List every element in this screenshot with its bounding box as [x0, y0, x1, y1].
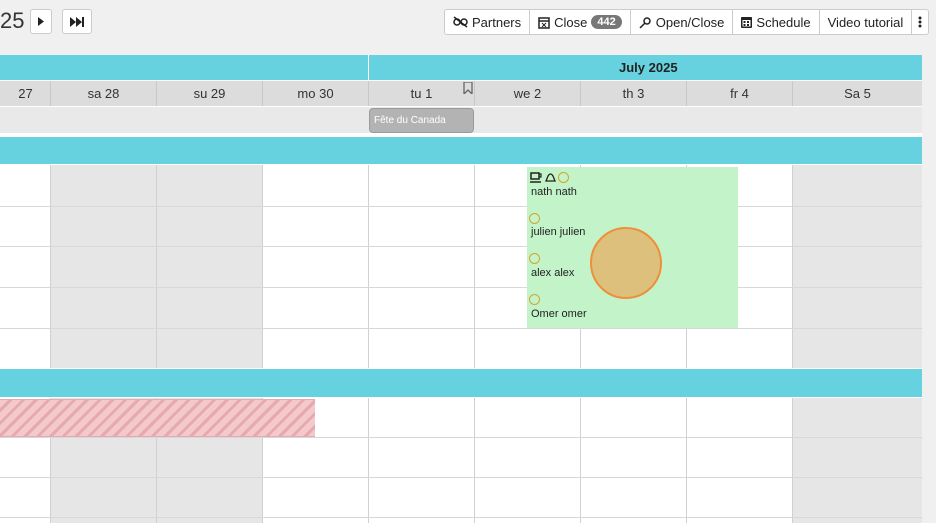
row-divider: [0, 246, 922, 247]
day-column: [368, 165, 474, 368]
circle-icon: [529, 253, 540, 264]
day-label: 27: [18, 86, 33, 101]
more-button[interactable]: [912, 10, 928, 34]
day-label: we 2: [513, 86, 542, 101]
weekend-column: [792, 398, 922, 523]
person-name[interactable]: nath nath: [531, 186, 577, 198]
section-band: [0, 369, 922, 397]
calendar-grid: July 2025 27 sa 28 su 29 mo 30 tu 1 we 2…: [0, 55, 922, 523]
row-divider: [0, 287, 922, 288]
day-column: [686, 398, 792, 523]
person-name[interactable]: julien julien: [531, 226, 585, 238]
row-divider: [0, 206, 922, 207]
cursor-indicator: [590, 227, 662, 299]
day-header: mo 30: [262, 81, 368, 106]
video-tutorial-button[interactable]: Video tutorial: [820, 10, 913, 34]
row-divider: [0, 477, 922, 478]
day-column: [580, 398, 686, 523]
bell-icon: [545, 172, 556, 183]
close-button[interactable]: Close 442: [530, 10, 631, 34]
day-column: [262, 165, 368, 368]
row-divider: [0, 328, 922, 329]
weekend-column: [50, 165, 156, 368]
schedule-label: Schedule: [756, 14, 811, 30]
prev-month-header: [0, 55, 368, 80]
fast-forward-button[interactable]: [62, 9, 92, 34]
circle-icon: [529, 294, 540, 305]
toolbar-button-group: Partners Close 442 Open/Close Schedule V…: [444, 9, 930, 35]
section-band: [0, 137, 922, 164]
day-header: tu 1: [368, 81, 474, 106]
schedule-button[interactable]: Schedule: [733, 10, 820, 34]
day-label: sa 28: [87, 86, 120, 101]
fast-forward-icon: [70, 16, 84, 27]
play-icon: [37, 17, 45, 26]
bookmark-icon[interactable]: [463, 82, 473, 94]
day-label: su 29: [193, 86, 226, 101]
open-close-label: Open/Close: [655, 14, 725, 30]
video-tutorial-label: Video tutorial: [827, 14, 904, 30]
open-close-button[interactable]: Open/Close: [631, 10, 734, 34]
day-header: su 29: [156, 81, 262, 106]
day-header: 27: [0, 81, 50, 106]
row-divider: [0, 517, 922, 518]
link-off-icon: [453, 16, 468, 28]
unavailable-block[interactable]: [0, 399, 315, 437]
year-label: 25: [0, 8, 25, 33]
day-header: fr 4: [686, 81, 792, 106]
circle-icon: [529, 213, 540, 224]
circle-icon: [558, 172, 569, 183]
day-label: fr 4: [730, 86, 749, 101]
cup-icon: [530, 172, 543, 183]
partners-label: Partners: [472, 14, 522, 30]
holiday-event[interactable]: Fête du Canada: [369, 108, 474, 133]
day-column: [368, 398, 474, 523]
day-header: th 3: [580, 81, 686, 106]
person-name[interactable]: alex alex: [531, 267, 574, 279]
day-label: th 3: [622, 86, 645, 101]
next-button[interactable]: [30, 9, 52, 34]
day-header: sa 28: [50, 81, 156, 106]
day-label: tu 1: [410, 86, 433, 101]
day-label: mo 30: [297, 86, 334, 101]
pin-icon: [639, 16, 652, 29]
more-vertical-icon: [918, 16, 922, 28]
close-count-badge: 442: [591, 15, 622, 29]
weekend-column: [156, 165, 262, 368]
day-header: we 2: [474, 81, 580, 106]
month-label: July 2025: [619, 60, 678, 75]
month-header: July 2025: [369, 55, 922, 80]
row-divider: [0, 437, 922, 438]
toolbar: 25 Partners Close 442 Open/Close Schedul…: [0, 0, 936, 44]
close-label: Close: [554, 14, 588, 30]
day-header: Sa 5: [792, 81, 922, 106]
day-label: Sa 5: [844, 86, 871, 101]
calendar-icon: [741, 16, 753, 28]
day-column: [474, 398, 580, 523]
calendar-x-icon: [538, 16, 550, 29]
person-name[interactable]: Omer omer: [531, 308, 587, 320]
partners-button[interactable]: Partners: [445, 10, 531, 34]
weekend-column: [792, 165, 922, 368]
